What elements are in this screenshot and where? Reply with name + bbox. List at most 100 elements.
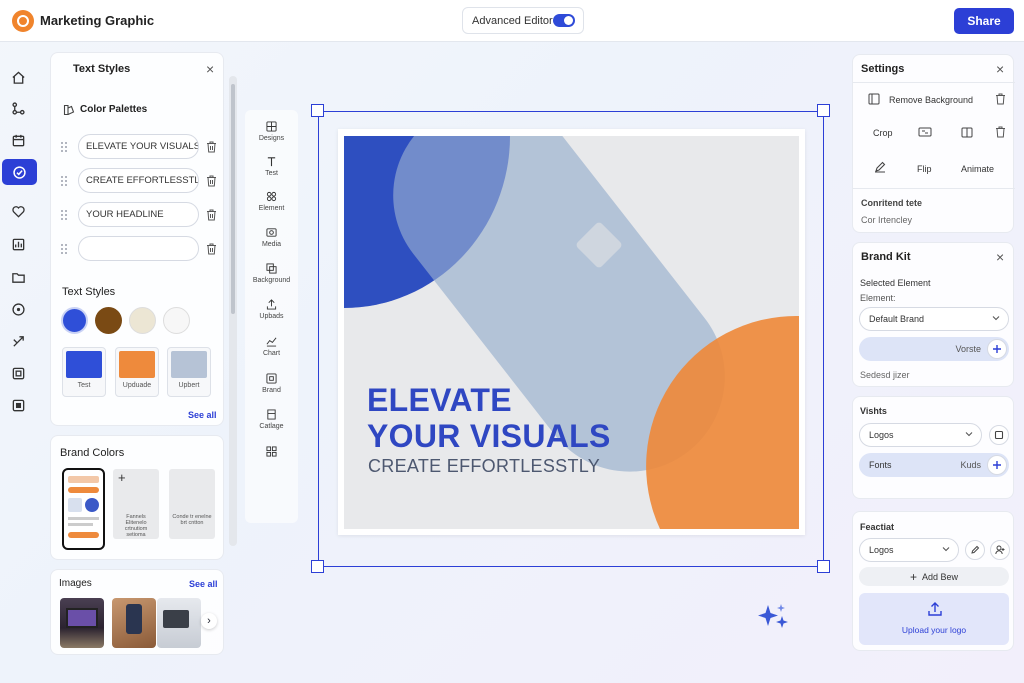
style-card[interactable]: Test [62,347,106,397]
color-swatch[interactable] [129,307,156,334]
brand-card[interactable]: Conde tr enelne brt cntton [169,469,215,539]
see-all-link[interactable]: See all [189,579,218,589]
style-card-label: Test [77,382,91,389]
add-button[interactable] [987,339,1007,359]
folder-icon[interactable] [4,264,32,290]
remove-background-icon [868,93,880,105]
palette-item[interactable]: CREATE EFFORTLESSTLY [78,168,199,193]
trash-icon[interactable] [206,175,217,187]
resize-handle[interactable] [817,104,830,117]
add-new-button[interactable]: + Add Bew [859,567,1009,586]
tool-designs[interactable]: Designs [245,121,298,142]
text-styles-label: Text Styles [62,286,116,298]
resize-handle[interactable] [311,560,324,573]
icon-rail [0,55,37,655]
color-swatch[interactable] [163,307,190,334]
plus-icon [993,461,1001,469]
close-icon[interactable]: × [206,62,214,76]
tool-element[interactable]: Element [245,191,298,212]
ai-sparkle-icon[interactable] [756,602,790,632]
user-plus-icon [995,545,1005,555]
logos-dropdown[interactable]: Logos [859,538,959,562]
drag-handle-icon[interactable] [61,176,67,186]
chevron-right-icon[interactable]: › [201,613,217,629]
tool-more[interactable] [245,446,298,457]
trash-icon[interactable] [206,141,217,153]
chevron-down-icon [942,547,950,552]
drag-handle-icon[interactable] [61,142,67,152]
fonts-label: Fonts [869,460,892,470]
headline-text[interactable]: ELEVATE YOUR VISUALS [367,382,611,454]
palette-item[interactable]: ELEVATE YOUR VISUALS [78,134,199,159]
tag-heart-icon[interactable] [4,198,32,224]
upload-logo-dropzone[interactable]: Upload your logo [859,593,1009,645]
style-card[interactable]: Upduade [115,347,159,397]
brand-card[interactable]: + Fannels Elitenelo crtnutiom setioma [113,469,159,539]
tool-text[interactable]: Test [245,156,298,177]
color-swatch[interactable] [95,307,122,334]
close-icon[interactable]: × [996,250,1004,264]
trash-icon[interactable] [206,209,217,221]
advanced-editor-toggle[interactable]: Advanced Editor [462,7,584,34]
resize-handle[interactable] [817,560,830,573]
panel-title: Vishts [860,406,887,416]
image-thumbnail[interactable] [60,598,104,648]
subhead-text[interactable]: CREATE EFFORTLESSTLY [368,456,600,477]
tool-brand[interactable]: Brand [245,373,298,394]
palette-item[interactable] [78,236,199,261]
frame-icon[interactable] [4,360,32,386]
style-card[interactable]: Upbert [167,347,211,397]
palette-item[interactable]: YOUR HEADLINE [78,202,199,227]
trash-icon[interactable] [206,243,217,255]
close-icon[interactable]: × [996,62,1004,76]
text-icon [267,157,276,167]
trash-icon[interactable] [995,126,1006,138]
flip-button[interactable]: Flip [917,164,932,174]
drag-handle-icon[interactable] [61,244,67,254]
share-icon[interactable] [4,328,32,354]
upload-icon [266,299,277,310]
tool-label: Upbads [259,313,284,320]
square-option-button[interactable] [989,425,1009,445]
image-thumbnail[interactable] [157,598,201,648]
toggle-switch-icon[interactable] [553,14,575,27]
tool-chart[interactable]: Chart [245,336,298,357]
calendar-icon[interactable] [4,127,32,153]
resize-handle[interactable] [311,104,324,117]
check-circle-icon[interactable] [2,159,37,185]
tool-media[interactable]: Media [245,227,298,248]
trash-icon[interactable] [995,93,1006,105]
media-icon [266,228,277,237]
artboard[interactable]: ELEVATE YOUR VISUALS CREATE EFFORTLESSTL… [338,129,805,535]
tool-collage[interactable]: Catlage [245,409,298,430]
pen-icon[interactable] [874,161,886,173]
tool-uploads[interactable]: Upbads [245,299,298,320]
phone-preview[interactable] [62,468,105,550]
share-button[interactable]: Share [954,8,1014,34]
element-label: Element: [860,293,896,303]
color-swatch[interactable] [61,307,88,334]
drag-handle-icon[interactable] [61,210,67,220]
brand-dropdown[interactable]: Default Brand [859,307,1009,331]
add-user-button[interactable] [990,540,1010,560]
aspect-icon[interactable] [918,127,932,137]
logos-dropdown[interactable]: Logos [859,423,982,447]
scrollbar-thumb[interactable] [231,84,235,314]
chart-icon[interactable] [4,231,32,257]
remove-background-button[interactable]: Remove Background [889,95,973,105]
mirror-icon[interactable] [961,127,973,138]
animate-button[interactable]: Animate [961,164,994,174]
top-bar: Marketing Graphic Advanced Editor Share [0,0,1024,42]
nodes-icon[interactable] [4,95,32,121]
edit-button[interactable] [965,540,985,560]
home-icon[interactable] [4,64,32,90]
crop-button[interactable]: Crop [873,128,893,138]
image-thumbnail[interactable] [112,598,156,648]
add-font-button[interactable] [987,455,1007,475]
panel-scrollbar[interactable] [229,76,237,546]
info-circle-icon[interactable] [4,296,32,322]
frame-square-icon[interactable] [4,392,32,418]
tool-background[interactable]: Background [245,263,298,284]
add-new-label: Add Bew [921,571,959,582]
see-all-link[interactable]: See all [188,410,217,420]
